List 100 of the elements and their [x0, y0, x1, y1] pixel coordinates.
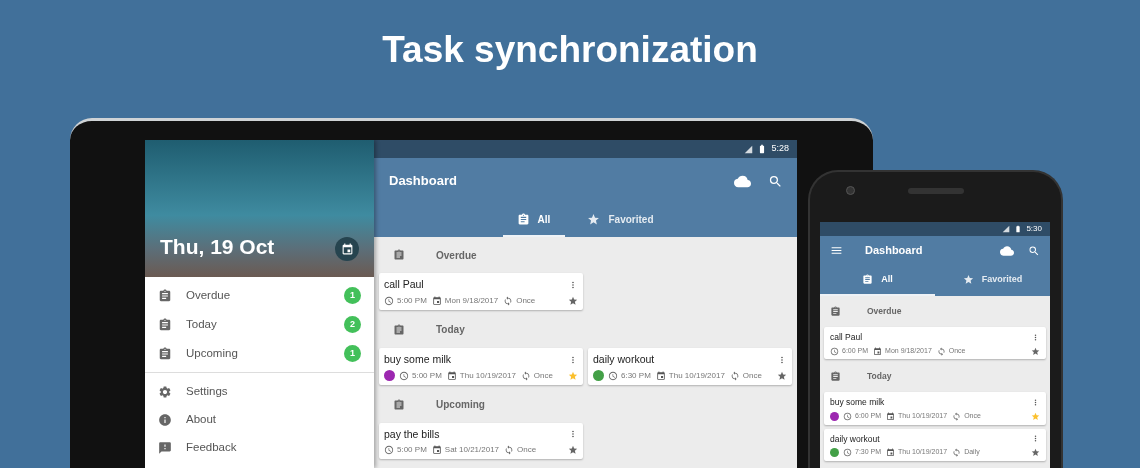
task-title: buy some milk [830, 396, 885, 409]
task-card[interactable]: pay the bills 5:00 PM Sat 10/21/2017 Once [379, 422, 583, 460]
tab[interactable]: All [502, 204, 565, 237]
tab[interactable]: Favorited [572, 204, 669, 237]
section-heading: Today [867, 370, 892, 384]
tab[interactable]: Favorited [935, 265, 1050, 296]
task-date: Thu 10/19/2017 [459, 369, 516, 382]
signal-icon [744, 144, 754, 154]
star-icon[interactable] [777, 370, 787, 381]
star-icon [587, 213, 601, 226]
count-badge: 1 [344, 345, 361, 362]
app-title: Dashboard [865, 243, 924, 259]
task-time: 5:00 PM [412, 369, 442, 382]
cloud-sync-icon[interactable] [1000, 243, 1014, 258]
clock-icon [384, 295, 394, 306]
section-heading: Overdue [867, 305, 902, 318]
task-title: call Paul [830, 331, 863, 344]
section-heading: Overdue [436, 248, 477, 263]
star-icon[interactable] [1031, 448, 1040, 457]
calendar-icon [340, 242, 354, 256]
repeat-icon [936, 346, 946, 356]
task-title: daily workout [593, 351, 655, 367]
repeat-icon [504, 445, 515, 456]
task-date: Mon 9/18/2017 [444, 294, 499, 307]
star-icon [962, 274, 974, 285]
clipboard-icon [830, 371, 841, 383]
clock-time: 5:28 [771, 142, 789, 156]
drawer-item[interactable]: About [145, 406, 374, 434]
section-heading: Today [436, 323, 465, 338]
task-title: daily workout [830, 432, 880, 446]
task-title: pay the bills [384, 426, 440, 442]
star-icon[interactable] [568, 295, 578, 306]
drawer-item[interactable]: Overdue 1 [145, 281, 374, 310]
clipboard-icon [393, 398, 405, 411]
menu-icon[interactable] [830, 244, 843, 257]
clipboard-icon [158, 288, 172, 303]
camera-icon [846, 186, 855, 195]
task-date: Sat 10/21/2017 [444, 444, 500, 457]
signal-icon [1002, 225, 1011, 233]
repeat-icon [952, 448, 962, 457]
task-repeat: Once [516, 294, 536, 307]
star-icon[interactable] [568, 445, 578, 456]
task-repeat: Once [517, 444, 537, 457]
header-date: Thu, 19 Oct [160, 233, 275, 260]
task-repeat: Once [742, 369, 762, 382]
calendar-icon [655, 370, 666, 381]
drawer-item[interactable]: Today 2 [145, 310, 374, 339]
app-title: Dashboard [389, 172, 458, 191]
clipboard-icon [158, 346, 172, 361]
star-icon[interactable] [1031, 411, 1040, 421]
star-icon[interactable] [568, 370, 578, 381]
drawer-item[interactable]: Settings [145, 378, 374, 406]
repeat-icon [520, 370, 531, 381]
search-icon[interactable] [768, 173, 783, 189]
calendar-button[interactable] [335, 237, 359, 261]
repeat-icon [729, 370, 740, 381]
speaker-grille [908, 188, 964, 194]
clock-icon [399, 370, 409, 381]
repeat-icon [503, 295, 514, 306]
calendar-icon [873, 346, 883, 356]
calendar-icon [886, 411, 896, 421]
tab[interactable]: All [820, 265, 935, 296]
count-badge: 2 [344, 316, 361, 333]
task-card[interactable]: daily workout 6:30 PM Thu 10/19/2017 Once [588, 347, 792, 385]
clipboard-icon [516, 213, 530, 226]
task-repeat: Once [533, 369, 553, 382]
count-badge: 1 [344, 287, 361, 304]
clipboard-icon [862, 274, 874, 285]
calendar-icon [431, 295, 442, 306]
calendar-icon [431, 445, 442, 456]
clock-icon [843, 411, 852, 421]
calendar-icon [446, 370, 457, 381]
feedback-icon [158, 441, 172, 455]
task-time: 5:00 PM [397, 444, 427, 457]
clock-icon [384, 445, 394, 456]
task-title: call Paul [384, 277, 424, 292]
task-card[interactable]: call Paul 5:00 PM Mon 9/18/2017 Once [379, 273, 583, 310]
clock-icon [608, 370, 618, 381]
task-time: 6:30 PM [621, 369, 651, 382]
task-time: 5:00 PM [397, 294, 427, 307]
drawer-item[interactable]: Upcoming 1 [145, 339, 374, 368]
clipboard-icon [830, 306, 841, 317]
calendar-icon [886, 448, 896, 457]
clipboard-icon [158, 317, 172, 332]
clock-icon [843, 448, 852, 457]
drawer-item[interactable]: Feedback [145, 434, 374, 462]
star-icon[interactable] [1031, 346, 1040, 356]
clock-icon [830, 346, 839, 356]
info-icon [158, 413, 172, 427]
task-card[interactable]: buy some milk 5:00 PM Thu 10/19/2017 Once [379, 347, 583, 385]
headline: Task synchronization [381, 28, 759, 72]
settings-icon [158, 385, 172, 399]
battery-icon [1014, 225, 1023, 233]
clipboard-icon [393, 249, 405, 261]
task-title: buy some milk [384, 351, 452, 367]
search-icon[interactable] [1028, 244, 1040, 257]
clipboard-icon [393, 323, 405, 336]
clock-time: 5:30 [1026, 223, 1042, 235]
task-date: Thu 10/19/2017 [668, 369, 725, 382]
section-heading: Upcoming [436, 398, 485, 412]
